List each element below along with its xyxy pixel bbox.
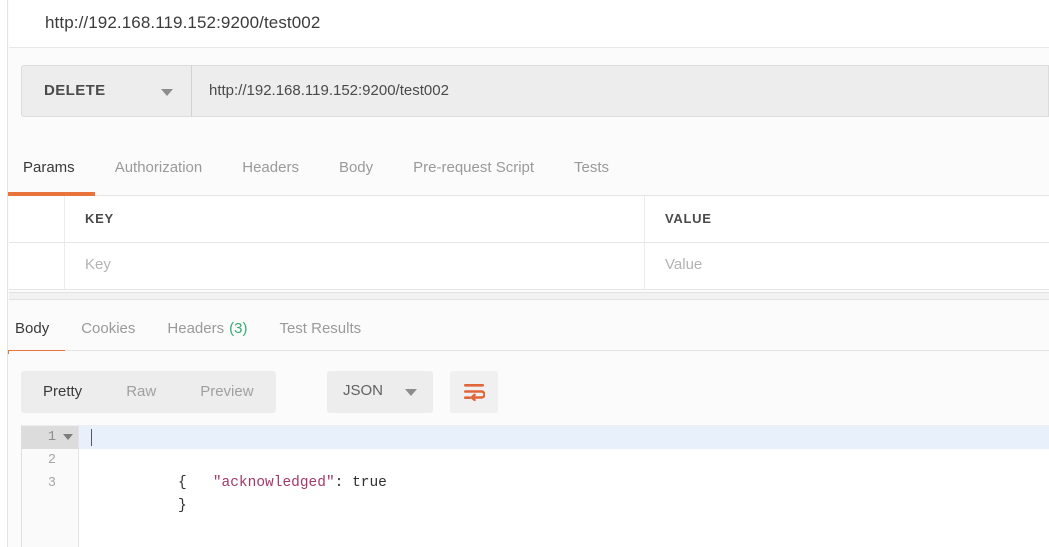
line-number: 3 [22, 472, 78, 495]
view-mode-pretty[interactable]: Pretty [21, 371, 104, 413]
tab-test-results-label: Test Results [279, 319, 362, 337]
tab-response-headers-label: Headers [167, 319, 225, 337]
http-method-label: DELETE [44, 82, 106, 99]
word-wrap-icon [464, 384, 485, 401]
tab-response-headers[interactable]: Headers (3) [151, 303, 263, 354]
postman-window: http://192.168.119.152:9200/test002 DELE… [0, 0, 1049, 547]
response-body-editor[interactable]: 1 2 3 { "acknowledged": true} [21, 425, 1049, 547]
params-table: KEY VALUE Key Value [9, 196, 1049, 292]
chevron-down-icon [405, 389, 417, 396]
params-header-key-cell: KEY [65, 196, 645, 242]
response-tabs: Body Cookies Headers (3) Test Results [6, 300, 1049, 354]
request-tabs: Params Authorization Headers Body Pre-re… [7, 140, 1049, 196]
column-header-key: KEY [85, 211, 114, 226]
view-mode-preview[interactable]: Preview [178, 371, 275, 413]
params-header-checkbox-cell [9, 196, 65, 242]
headers-count-badge: (3) [229, 319, 248, 337]
code-line: "acknowledged": true [79, 449, 1049, 491]
pane-splitter[interactable] [9, 292, 1049, 300]
response-view-mode-group: Pretty Raw Preview [21, 371, 276, 413]
url-input[interactable]: http://192.168.119.152:9200/test002 [191, 65, 1049, 117]
params-header-row: KEY VALUE [9, 196, 1049, 243]
editor-code-area[interactable]: { "acknowledged": true } [79, 426, 1049, 547]
tab-response-body-label: Body [15, 319, 50, 337]
table-row: Key Value [9, 243, 1049, 290]
url-input-value: http://192.168.119.152:9200/test002 [209, 82, 449, 99]
line-number-text: 3 [47, 476, 56, 491]
response-toolbar: Pretty Raw Preview JSON [9, 351, 1049, 425]
params-header-value-cell: VALUE [645, 196, 1049, 242]
left-edge-gutter [0, 0, 8, 547]
tab-response-cookies[interactable]: Cookies [65, 303, 151, 354]
tab-pre-request-script[interactable]: Pre-request Script [393, 140, 554, 196]
wrap-lines-button[interactable] [450, 371, 498, 413]
line-number: 1 [22, 426, 78, 449]
tab-test-results[interactable]: Test Results [263, 303, 377, 354]
tab-tests[interactable]: Tests [554, 140, 629, 196]
main-content: http://192.168.119.152:9200/test002 DELE… [6, 0, 1049, 547]
param-key-input[interactable]: Key [65, 243, 645, 289]
line-number-text: 1 [47, 430, 56, 445]
request-tabstrip: Params Authorization Headers Body Pre-re… [7, 140, 629, 196]
chevron-down-icon [161, 89, 173, 96]
tab-authorization[interactable]: Authorization [95, 140, 223, 196]
line-number-text: 2 [47, 453, 56, 468]
response-format-dropdown[interactable]: JSON [327, 371, 433, 413]
param-value-input[interactable]: Value [645, 243, 1049, 289]
code-line-text: } [178, 498, 187, 514]
tab-params[interactable]: Params [7, 140, 95, 196]
param-key-placeholder: Key [85, 256, 111, 273]
code-fold-icon[interactable] [63, 434, 73, 440]
text-cursor [91, 429, 92, 446]
tab-response-cookies-label: Cookies [81, 319, 136, 337]
param-value-placeholder: Value [665, 256, 703, 273]
response-tabstrip: Body Cookies Headers (3) Test Results [6, 300, 377, 356]
line-number: 2 [22, 449, 78, 472]
editor-line-number-gutter: 1 2 3 [22, 426, 79, 547]
code-line: } [79, 472, 1049, 514]
http-method-dropdown[interactable]: DELETE [21, 65, 191, 117]
response-format-label: JSON [343, 382, 384, 399]
request-url-bar: DELETE http://192.168.119.152:9200/test0… [9, 49, 1049, 131]
page-title: http://192.168.119.152:9200/test002 [45, 13, 321, 32]
column-header-value: VALUE [665, 211, 712, 226]
tab-headers[interactable]: Headers [222, 140, 319, 196]
row-checkbox-cell[interactable] [9, 243, 65, 289]
code-line: { [79, 426, 1049, 491]
window-title-bar: http://192.168.119.152:9200/test002 [9, 0, 1049, 48]
tab-response-body[interactable]: Body [6, 303, 66, 354]
tab-body[interactable]: Body [319, 140, 393, 196]
view-mode-raw[interactable]: Raw [104, 371, 178, 413]
